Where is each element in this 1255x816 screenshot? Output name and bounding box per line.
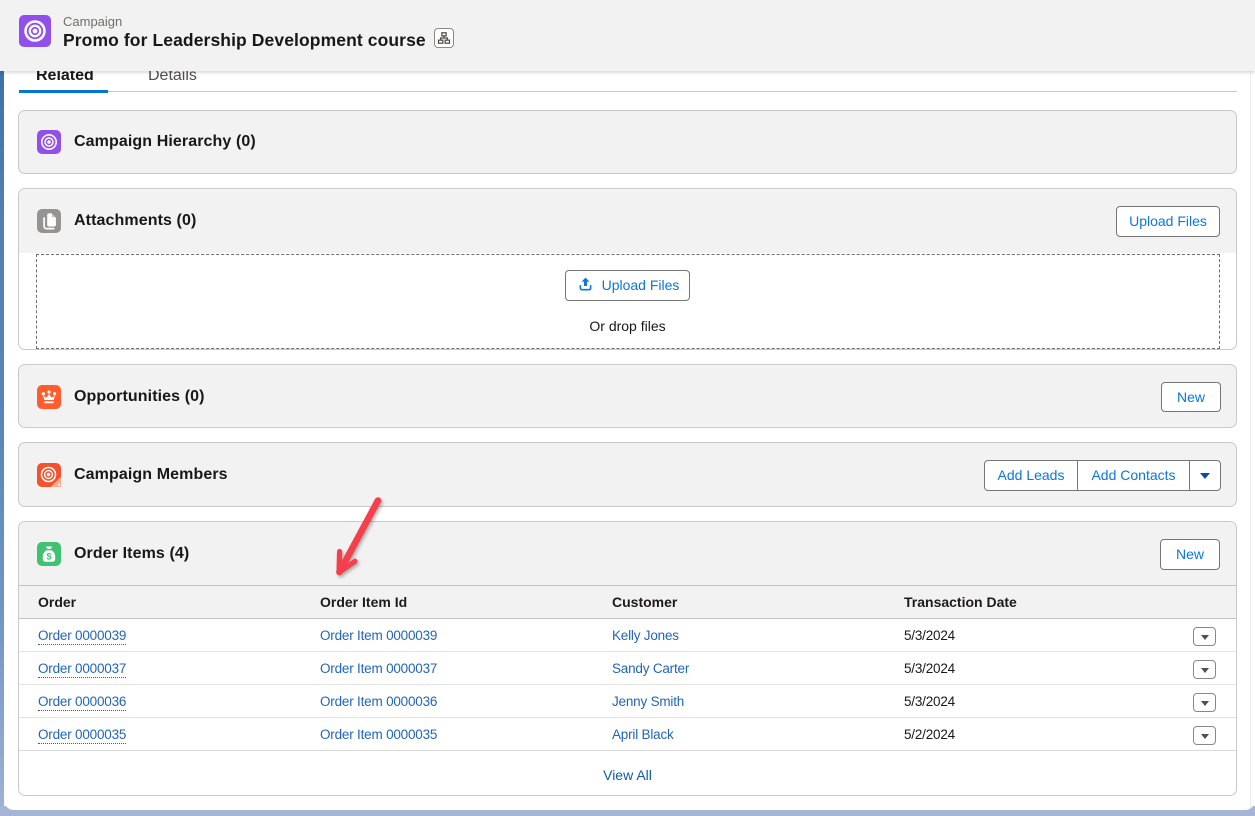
svg-text:$: $ xyxy=(46,552,51,562)
